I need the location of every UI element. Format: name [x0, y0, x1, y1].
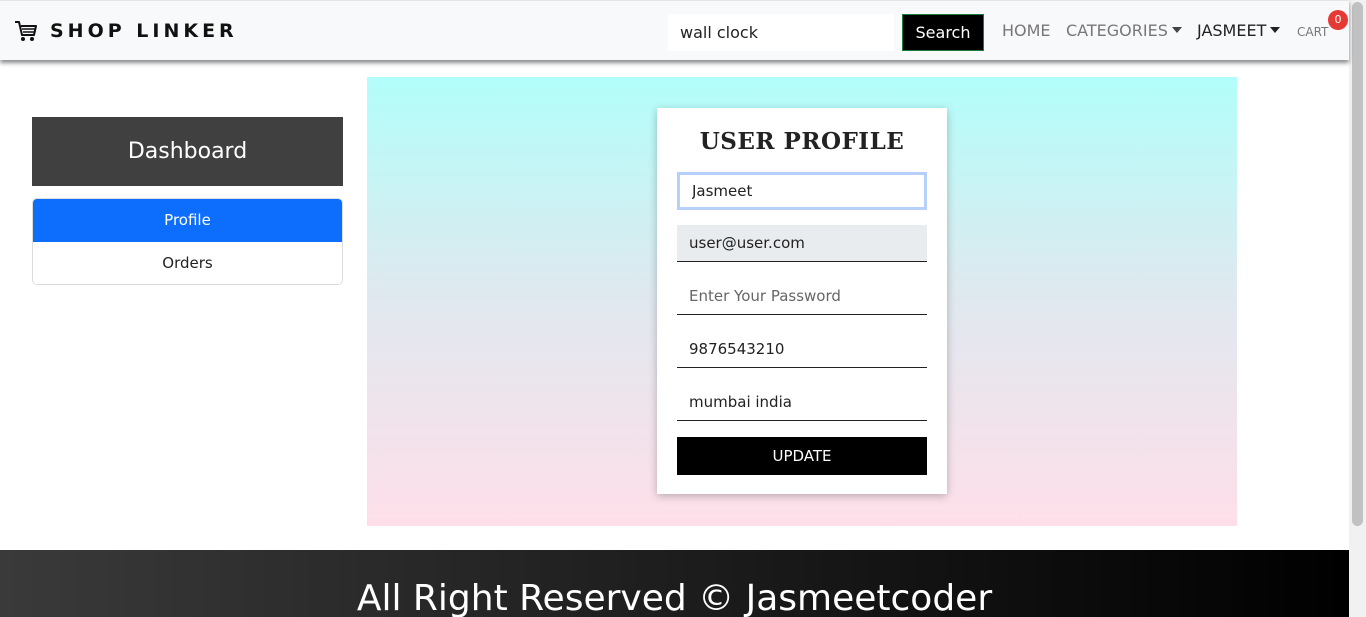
nav-cart-link[interactable]: CART — [1297, 25, 1328, 39]
cart-count-badge: 0 — [1328, 10, 1348, 30]
nav-categories-dropdown[interactable]: CATEGORIES — [1066, 21, 1182, 40]
chevron-down-icon — [1270, 27, 1281, 33]
password-field[interactable] — [677, 278, 927, 315]
brand-name: SHOP LINKER — [50, 20, 238, 42]
search-button[interactable]: Search — [902, 14, 984, 51]
page-scrollbar[interactable] — [1349, 0, 1366, 617]
profile-title: USER PROFILE — [699, 128, 905, 155]
user-profile-form: USER PROFILE UPDATE — [657, 108, 947, 494]
name-field[interactable] — [677, 172, 927, 210]
sidebar-menu: Profile Orders — [32, 198, 343, 285]
nav-home-link[interactable]: HOME — [1002, 21, 1051, 40]
profile-panel: USER PROFILE UPDATE — [367, 77, 1237, 526]
sidebar-item-profile[interactable]: Profile — [33, 199, 342, 242]
search-input[interactable] — [668, 14, 894, 51]
phone-field[interactable] — [677, 331, 927, 368]
brand-logo[interactable]: SHOP LINKER — [14, 17, 238, 45]
scrollbar-thumb[interactable] — [1352, 2, 1363, 526]
dashboard-header: Dashboard — [32, 117, 343, 186]
top-navbar: SHOP LINKER Search HOME CATEGORIES JASME… — [0, 0, 1349, 60]
email-field — [677, 225, 927, 262]
chevron-down-icon — [1171, 27, 1182, 33]
update-button[interactable]: UPDATE — [677, 437, 927, 475]
address-field[interactable] — [677, 384, 927, 421]
footer: All Right Reserved © Jasmeetcoder — [0, 550, 1349, 617]
shopping-cart-icon — [15, 21, 37, 41]
nav-user-dropdown[interactable]: JASMEET — [1197, 21, 1281, 40]
nav-categories-label: CATEGORIES — [1066, 21, 1168, 40]
nav-user-label: JASMEET — [1197, 21, 1267, 40]
footer-copyright: All Right Reserved © Jasmeetcoder — [356, 578, 993, 617]
sidebar-item-orders[interactable]: Orders — [33, 242, 342, 284]
